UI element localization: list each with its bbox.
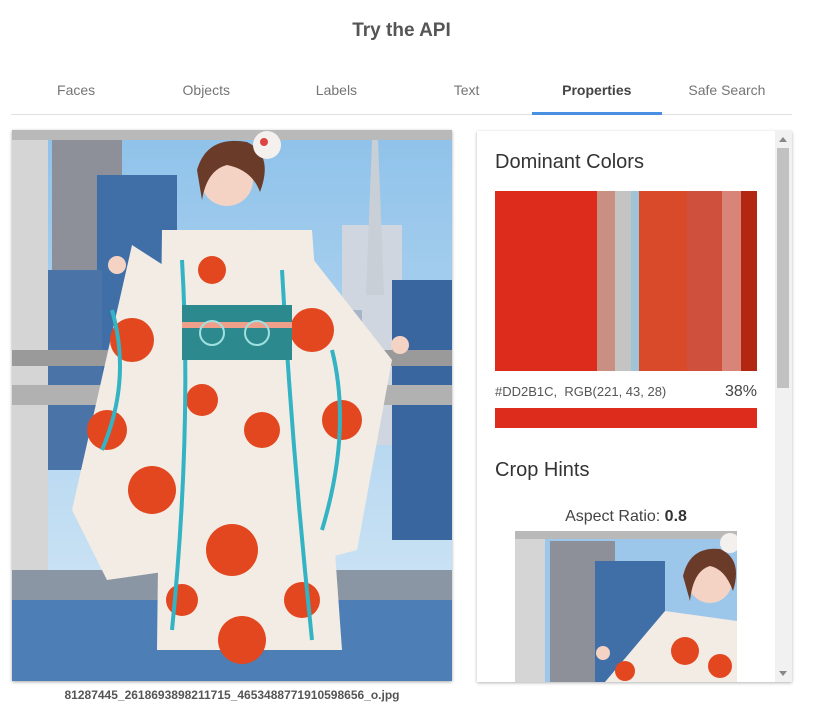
- color-swatch[interactable]: [596, 191, 616, 371]
- dominant-colors-heading: Dominant Colors: [495, 151, 644, 173]
- tab-faces[interactable]: Faces: [11, 70, 141, 114]
- crop-hints-heading: Crop Hints: [495, 459, 590, 481]
- selected-color-info: #DD2B1C, RGB(221, 43, 28) 38%: [495, 383, 757, 401]
- tab-labels[interactable]: Labels: [271, 70, 401, 114]
- aspect-ratio: Aspect Ratio: 0.8: [477, 508, 775, 526]
- aspect-ratio-value: 0.8: [664, 508, 687, 525]
- selected-color-bar: [495, 408, 757, 428]
- selected-color-rgb: RGB(221, 43, 28): [564, 384, 667, 399]
- selected-color-hex: #DD2B1C,: [495, 384, 558, 399]
- crop-hint-preview: [515, 531, 737, 682]
- color-swatch[interactable]: [615, 191, 632, 371]
- scroll-up-icon[interactable]: [779, 137, 787, 142]
- dominant-colors-swatches: [495, 191, 757, 371]
- selected-color-percent: 38%: [724, 383, 757, 400]
- properties-panel[interactable]: Dominant Colors #DD2B1C, RGB(221, 43, 28…: [477, 131, 792, 682]
- color-swatch[interactable]: [631, 191, 640, 371]
- tab-text[interactable]: Text: [402, 70, 532, 114]
- color-swatch[interactable]: [687, 191, 723, 371]
- tab-safe-search[interactable]: Safe Search: [662, 70, 792, 114]
- properties-content: Dominant Colors #DD2B1C, RGB(221, 43, 28…: [477, 131, 775, 682]
- tab-properties[interactable]: Properties: [531, 70, 663, 115]
- tab-bar: Faces Objects Labels Text Properties Saf…: [11, 70, 792, 115]
- color-swatch[interactable]: [722, 191, 741, 371]
- color-swatch[interactable]: [740, 191, 757, 371]
- uploaded-image: [12, 130, 452, 681]
- tab-objects[interactable]: Objects: [141, 70, 271, 114]
- image-filename: 81287445_2618693898211715_46534887719105…: [64, 688, 400, 702]
- color-swatch[interactable]: [639, 191, 688, 371]
- page-title: Try the API: [352, 20, 451, 41]
- scroll-thumb[interactable]: [777, 148, 789, 388]
- color-swatch[interactable]: [495, 191, 597, 371]
- aspect-ratio-label: Aspect Ratio:: [565, 508, 661, 525]
- selected-color-values: #DD2B1C, RGB(221, 43, 28): [495, 384, 666, 399]
- scroll-down-icon[interactable]: [779, 671, 787, 676]
- panel-scrollbar[interactable]: [775, 131, 792, 682]
